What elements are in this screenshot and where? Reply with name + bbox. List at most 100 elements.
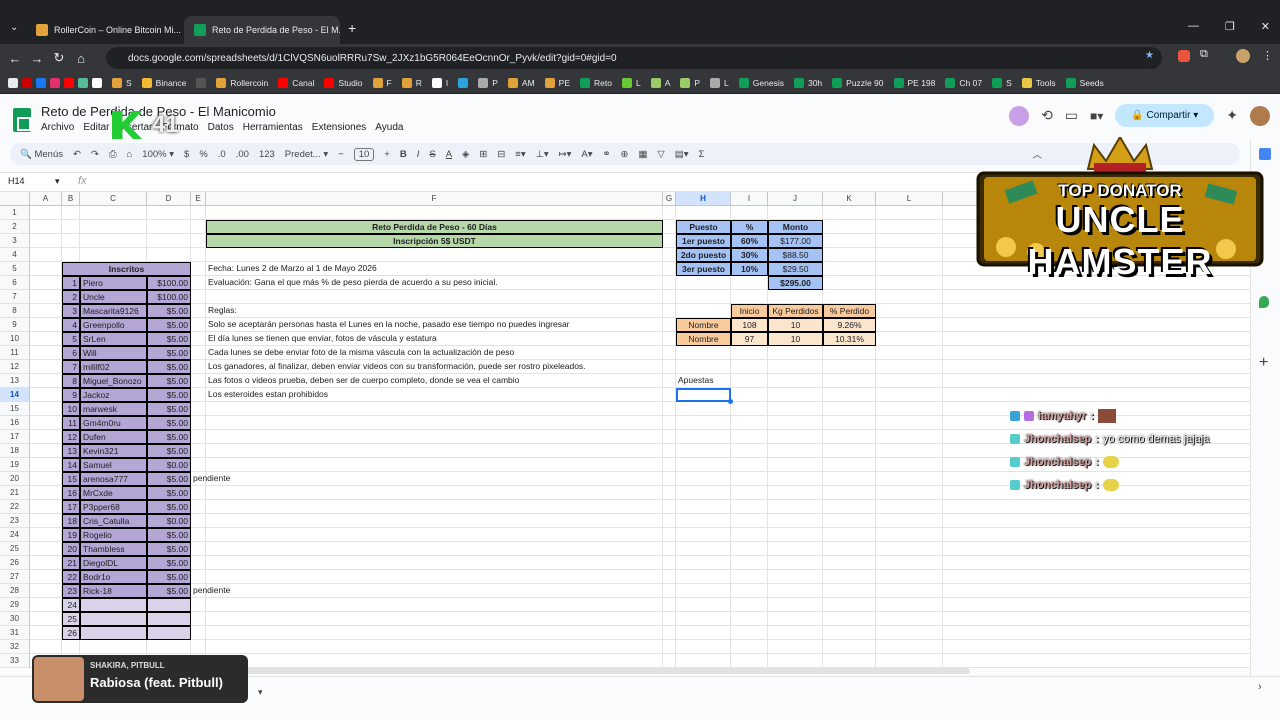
participant-number[interactable]: 11: [62, 416, 80, 430]
column-header-g[interactable]: G: [663, 192, 676, 206]
participant-name[interactable]: Greenpollo: [80, 318, 147, 332]
valign-icon[interactable]: ⊥▾: [536, 149, 549, 160]
tab-rollercoin[interactable]: RollerCoin – Online Bitcoin Mi... ✕: [26, 16, 182, 44]
maps-icon[interactable]: [1259, 296, 1269, 308]
participant-number[interactable]: 12: [62, 430, 80, 444]
gemini-icon[interactable]: ✦: [1226, 107, 1238, 124]
participant-name[interactable]: mililf02: [80, 360, 147, 374]
info-text[interactable]: Fecha: Lunes 2 de Marzo al 1 de Mayo 202…: [206, 262, 663, 276]
currency-button[interactable]: $: [184, 149, 189, 160]
prize-cell[interactable]: 30%: [731, 248, 768, 262]
prize-cell[interactable]: 10%: [731, 262, 768, 276]
column-header-j[interactable]: J: [768, 192, 823, 206]
bookmark-star-icon[interactable]: ★: [1145, 50, 1154, 61]
prize-total[interactable]: $295.00: [768, 276, 823, 290]
participant-amount[interactable]: $5.00: [147, 584, 191, 598]
participant-amount[interactable]: $5.00: [147, 556, 191, 570]
bookmark-item[interactable]: Reto: [580, 77, 612, 88]
column-header-a[interactable]: A: [30, 192, 62, 206]
participant-number[interactable]: 2: [62, 290, 80, 304]
title-sub-cell[interactable]: Inscripción 5$ USDT: [206, 234, 663, 248]
back-icon[interactable]: ←: [4, 51, 26, 66]
participant-number[interactable]: 9: [62, 388, 80, 402]
prize-cell[interactable]: $29.50: [768, 262, 823, 276]
sheet-tab-dropdown-icon[interactable]: ▾: [258, 687, 263, 698]
participant-number[interactable]: 19: [62, 528, 80, 542]
meet-icon[interactable]: ■▾: [1090, 109, 1103, 123]
comment-icon[interactable]: ▭: [1065, 107, 1078, 124]
italic-icon[interactable]: I: [417, 149, 420, 160]
row-header-20[interactable]: 20: [0, 472, 30, 486]
name-box[interactable]: H14 ▾: [8, 176, 60, 187]
row-header-10[interactable]: 10: [0, 332, 30, 346]
address-bar[interactable]: docs.google.com/spreadsheets/d/1ClVQSN6u…: [106, 47, 1162, 69]
column-header-c[interactable]: C: [80, 192, 147, 206]
title-main-cell[interactable]: Reto Perdida de Peso - 60 Días: [206, 220, 663, 234]
column-header-f[interactable]: F: [206, 192, 663, 206]
font-size-input[interactable]: 10: [353, 147, 375, 161]
row-header-8[interactable]: 8: [0, 304, 30, 318]
merge-icon[interactable]: ⊟: [497, 149, 505, 160]
participant-amount[interactable]: $5.00: [147, 304, 191, 318]
participant-number[interactable]: 7: [62, 360, 80, 374]
menu-ayuda[interactable]: Ayuda: [375, 122, 403, 133]
participant-name[interactable]: Bodr1o: [80, 570, 147, 584]
participant-number[interactable]: 18: [62, 514, 80, 528]
select-all-corner[interactable]: [0, 192, 30, 206]
fill-handle[interactable]: [728, 399, 733, 404]
row-header-5[interactable]: 5: [0, 262, 30, 276]
participant-amount[interactable]: $5.00: [147, 444, 191, 458]
window-close-icon[interactable]: ✕: [1261, 20, 1270, 33]
prize-cell[interactable]: 60%: [731, 234, 768, 248]
bookmark-item[interactable]: L: [621, 77, 641, 88]
prize-header[interactable]: Puesto: [676, 220, 731, 234]
row-header-30[interactable]: 30: [0, 612, 30, 626]
prize-header[interactable]: %: [731, 220, 768, 234]
participant-amount[interactable]: $5.00: [147, 472, 191, 486]
column-header-e[interactable]: E: [191, 192, 206, 206]
tab-list-icon[interactable]: ⌄: [10, 22, 18, 33]
participant-amount[interactable]: $100.00: [147, 276, 191, 290]
participant-name[interactable]: Dufen: [80, 430, 147, 444]
row-header-26[interactable]: 26: [0, 556, 30, 570]
prize-cell[interactable]: 1er puesto: [676, 234, 731, 248]
participant-number[interactable]: 17: [62, 500, 80, 514]
insert-comment-icon[interactable]: ⊕: [620, 149, 628, 160]
participant-amount[interactable]: $100.00: [147, 290, 191, 304]
pendiente-note[interactable]: pendiente: [191, 584, 230, 598]
participant-name[interactable]: SrLen: [80, 332, 147, 346]
menu-extensiones[interactable]: Extensiones: [312, 122, 366, 133]
participant-name[interactable]: MrCxde: [80, 486, 147, 500]
bookmark-item[interactable]: [458, 77, 469, 88]
weight-header[interactable]: Inicio: [731, 304, 768, 318]
decrease-decimal-button[interactable]: .0: [218, 149, 226, 160]
bookmark-item[interactable]: AM: [507, 77, 535, 88]
participant-amount[interactable]: $5.00: [147, 416, 191, 430]
row-header-31[interactable]: 31: [0, 626, 30, 640]
participant-name[interactable]: Miguel_Bonozo: [80, 374, 147, 388]
increase-decimal-button[interactable]: .00: [236, 149, 249, 160]
row-header-2[interactable]: 2: [0, 220, 30, 234]
menu-archivo[interactable]: Archivo: [41, 122, 74, 133]
row-header-17[interactable]: 17: [0, 430, 30, 444]
tab-sheets[interactable]: Reto de Perdida de Peso - El M... ✕: [184, 16, 340, 44]
borders-icon[interactable]: ⊞: [479, 149, 487, 160]
bookmark-item[interactable]: Binance: [141, 77, 186, 88]
row-header-9[interactable]: 9: [0, 318, 30, 332]
menu-editar[interactable]: Editar: [83, 122, 109, 133]
row-header-18[interactable]: 18: [0, 444, 30, 458]
rotate-icon[interactable]: A▾: [581, 149, 592, 160]
participant-amount[interactable]: $5.00: [147, 374, 191, 388]
bookmark-item[interactable]: S: [992, 77, 1012, 88]
bookmark-item[interactable]: S: [112, 77, 132, 88]
participant-name[interactable]: Kevin321: [80, 444, 147, 458]
row-header-6[interactable]: 6: [0, 276, 30, 290]
bookmark-item[interactable]: [8, 77, 102, 88]
link-icon[interactable]: ⚭: [603, 149, 611, 160]
wrap-icon[interactable]: ↦▾: [559, 149, 572, 160]
menus-search[interactable]: 🔍 Menús: [20, 149, 63, 160]
row-header-23[interactable]: 23: [0, 514, 30, 528]
bold-icon[interactable]: B: [400, 149, 407, 160]
prize-cell[interactable]: 3er puesto: [676, 262, 731, 276]
row-header-22[interactable]: 22: [0, 500, 30, 514]
